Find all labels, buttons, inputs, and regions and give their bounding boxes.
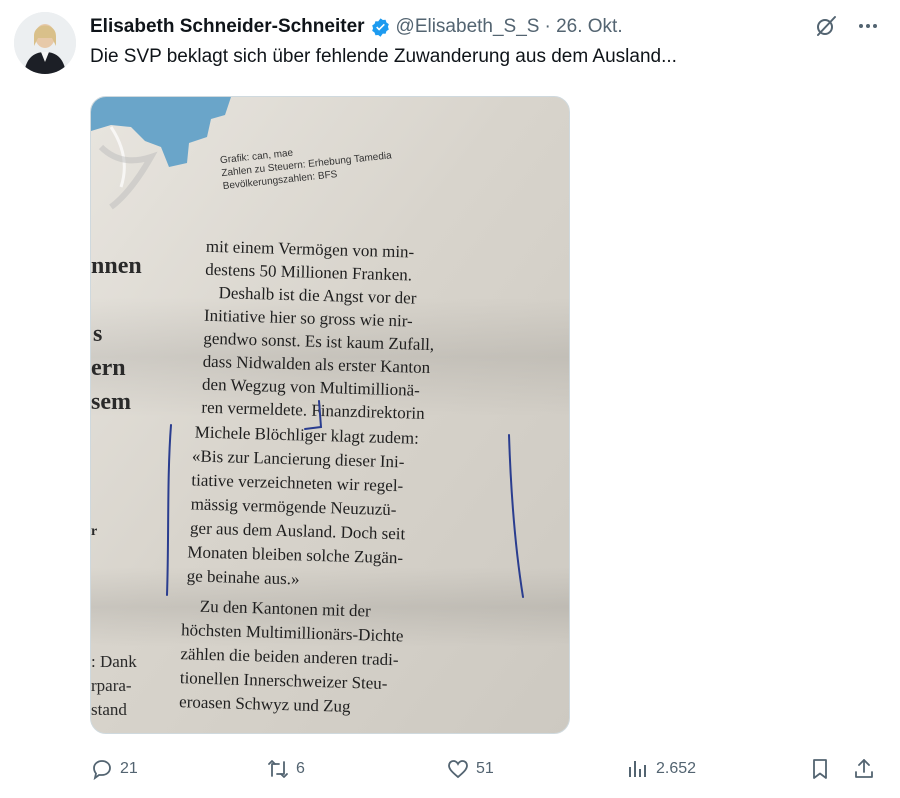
tweet-header: Elisabeth Schneider-Schneiter @Elisabeth… — [90, 14, 880, 40]
reply-icon — [93, 760, 111, 781]
left-fragment: stand — [91, 700, 127, 719]
tweet-date[interactable]: · 26. Okt. — [544, 16, 622, 38]
bookmark-button[interactable] — [808, 757, 832, 781]
like-count: 51 — [476, 760, 494, 777]
left-fragment: rpara- — [91, 676, 132, 695]
views-button[interactable]: 2.652 — [626, 757, 696, 781]
verified-badge-icon — [370, 17, 391, 38]
retweet-button[interactable]: 6 — [266, 757, 305, 781]
views-count: 2.652 — [656, 760, 697, 777]
article-line: ge beinahe aus.» — [186, 566, 299, 588]
left-fragment: s — [93, 321, 102, 347]
author-handle[interactable]: @Elisabeth_S_S — [396, 16, 540, 38]
left-fragment: ern — [91, 355, 126, 381]
author-name[interactable]: Elisabeth Schneider-Schneiter — [90, 16, 365, 38]
retweet-count: 6 — [296, 760, 305, 777]
left-fragment: sem — [91, 389, 131, 415]
action-bar: 21 6 51 2.652 — [90, 752, 880, 786]
avatar[interactable] — [14, 12, 76, 74]
reply-button[interactable]: 21 — [90, 757, 138, 781]
views-icon — [629, 761, 646, 777]
tweet-text: Die SVP beklagt sich über fehlende Zuwan… — [90, 46, 677, 67]
more-icon[interactable] — [856, 14, 880, 38]
like-button[interactable]: 51 — [446, 757, 494, 781]
left-fragment: nnen — [91, 253, 142, 279]
retweet-icon — [268, 760, 288, 778]
tweet-media-photo[interactable]: Grafik: can, mae Zahlen zu Steuern: Erhe… — [90, 96, 570, 734]
tweet: Elisabeth Schneider-Schneiter @Elisabeth… — [0, 0, 900, 798]
bookmark-icon — [813, 759, 827, 779]
newspaper-photo: Grafik: can, mae Zahlen zu Steuern: Erhe… — [91, 97, 569, 733]
avatar-image — [14, 12, 76, 74]
share-icon — [855, 759, 873, 778]
left-fragment: r — [91, 524, 97, 539]
left-fragment: : Dank — [91, 652, 137, 671]
grok-icon[interactable] — [814, 14, 838, 38]
reply-count: 21 — [120, 760, 138, 777]
share-button[interactable] — [852, 757, 876, 781]
heart-icon — [448, 760, 468, 779]
header-actions — [814, 14, 880, 38]
